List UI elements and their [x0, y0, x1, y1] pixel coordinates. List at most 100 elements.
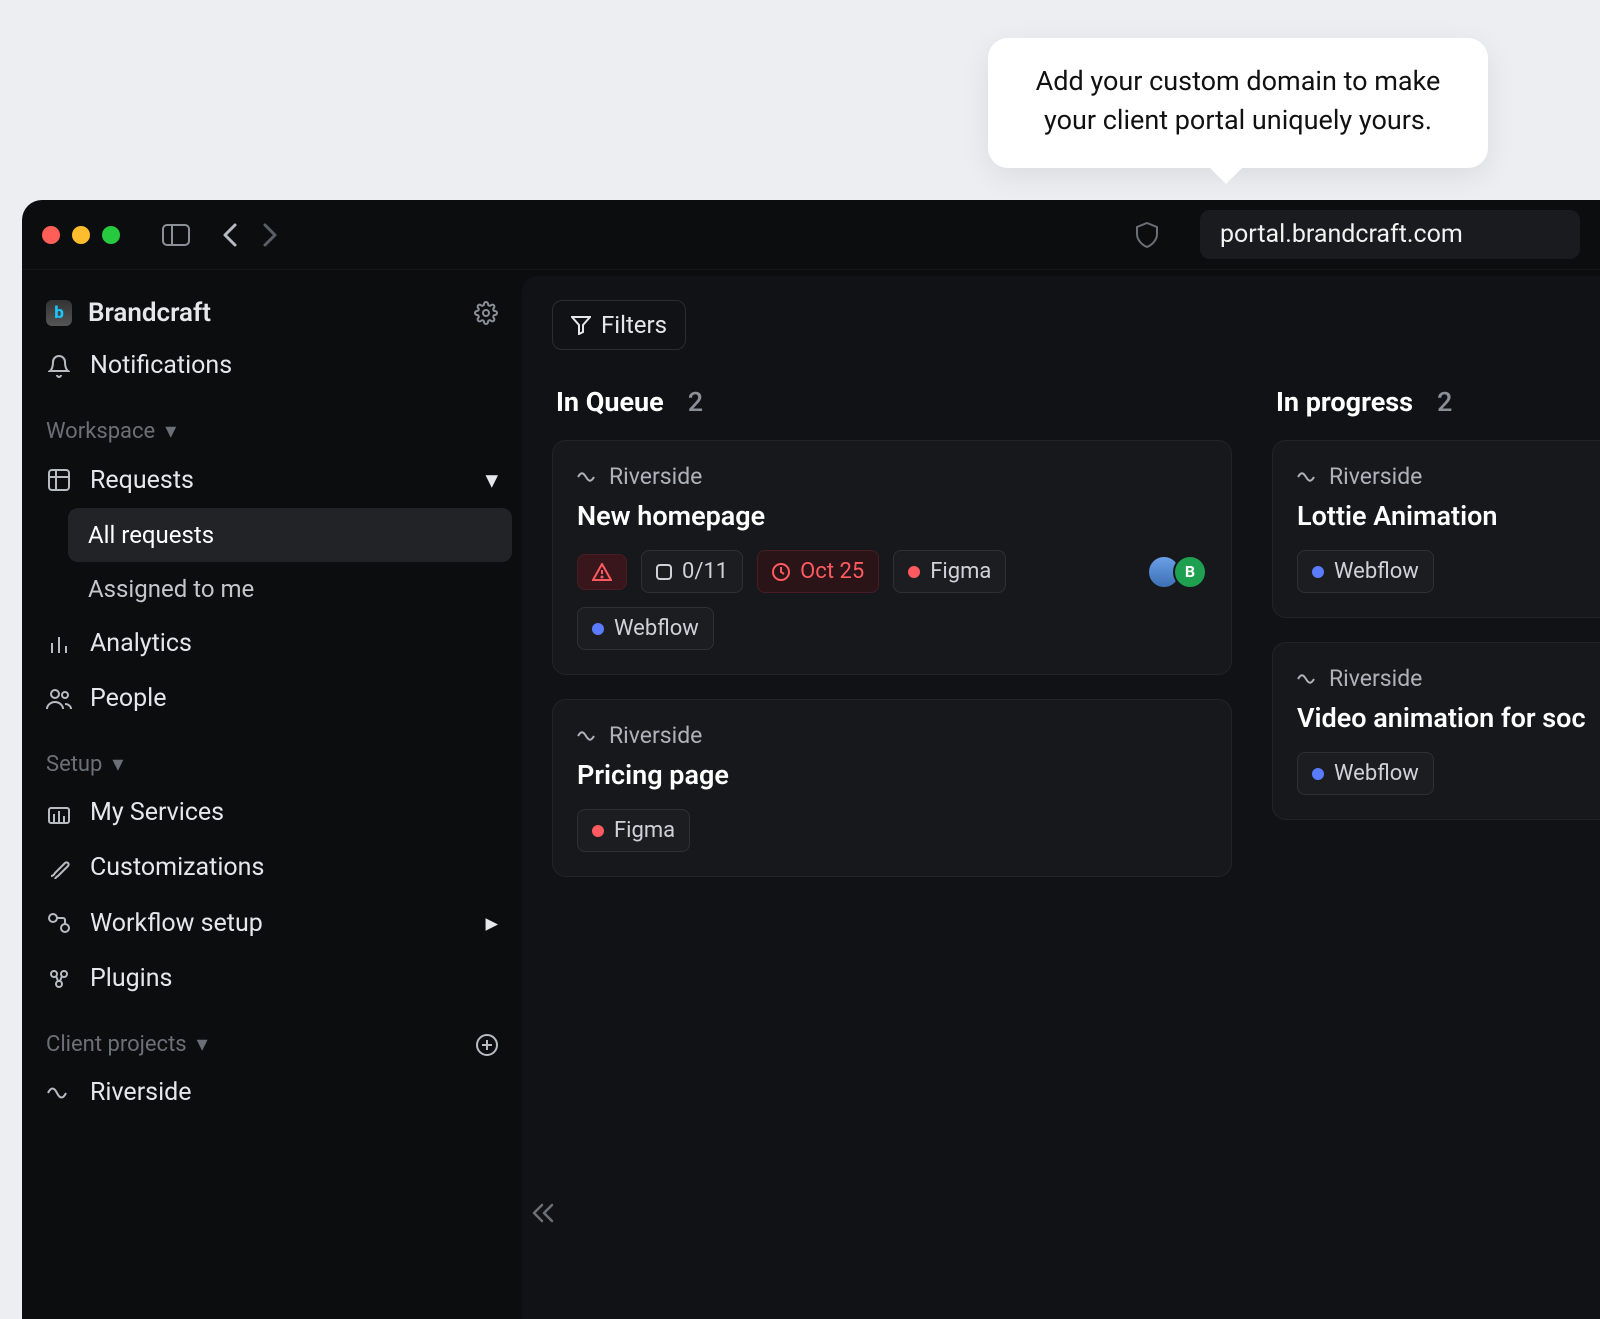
card-project: Riverside: [1297, 665, 1600, 692]
plugins-icon: [46, 968, 72, 990]
titlebar: portal.brandcraft.com: [22, 200, 1600, 270]
section-label-text: Client projects: [46, 1032, 187, 1057]
settings-button[interactable]: [474, 301, 498, 325]
label-color-dot: [592, 623, 604, 635]
request-card[interactable]: Riverside Video animation for soc Webflo…: [1272, 642, 1600, 820]
brand-name: Brandcraft: [88, 298, 211, 328]
grid-icon: [46, 469, 72, 491]
card-project-name: Riverside: [609, 722, 702, 749]
tooltip-text: Add your custom domain to make your clie…: [1036, 65, 1441, 136]
column-count: 2: [1437, 386, 1452, 418]
wave-icon: [46, 1086, 72, 1100]
wave-icon: [1297, 471, 1317, 483]
sidebar-subitem-assigned-to-me[interactable]: Assigned to me: [68, 562, 512, 616]
sidebar-item-label: Plugins: [90, 964, 172, 993]
custom-domain-tooltip: Add your custom domain to make your clie…: [988, 38, 1488, 168]
label-tag: Figma: [893, 550, 1006, 593]
due-date-badge: Oct 25: [757, 550, 879, 593]
brush-icon: [46, 857, 72, 879]
column-title: In Queue: [556, 386, 664, 418]
app-window: portal.brandcraft.com b Brandcraft Notif…: [22, 200, 1600, 1319]
brand-logo-icon: b: [46, 300, 72, 326]
sidebar-project-riverside[interactable]: Riverside: [32, 1065, 512, 1120]
collapse-sidebar-button[interactable]: [532, 1203, 554, 1223]
sidebar-subitem-all-requests[interactable]: All requests: [68, 508, 512, 562]
column-header: In progress 2: [1272, 386, 1600, 418]
caret-down-icon: ▾: [485, 465, 498, 495]
card-title: Lottie Animation: [1297, 500, 1600, 532]
sidebar-item-notifications[interactable]: Notifications: [32, 338, 512, 393]
card-project: Riverside: [1297, 463, 1600, 490]
card-title: Video animation for soc: [1297, 702, 1600, 734]
checkbox-icon: [656, 564, 672, 580]
request-card[interactable]: Riverside Pricing page Figma: [552, 699, 1232, 877]
services-icon: [46, 802, 72, 824]
column-in-queue: In Queue 2 Riverside New homepage: [552, 386, 1232, 901]
label-tag: Webflow: [1297, 550, 1434, 593]
label-color-dot: [592, 825, 604, 837]
window-minimize-button[interactable]: [72, 226, 90, 244]
sidebar-item-my-services[interactable]: My Services: [32, 785, 512, 840]
section-workspace[interactable]: Workspace ▾: [32, 393, 512, 452]
label-color-dot: [1312, 566, 1324, 578]
window-maximize-button[interactable]: [102, 226, 120, 244]
sidebar-item-label: My Services: [90, 798, 224, 827]
label-text: Webflow: [1334, 559, 1419, 584]
sidebar-item-customizations[interactable]: Customizations: [32, 840, 512, 895]
bell-icon: [46, 354, 72, 378]
nav-back-button[interactable]: [222, 222, 238, 248]
sidebar-item-plugins[interactable]: Plugins: [32, 951, 512, 1006]
label-tag: Figma: [577, 809, 690, 852]
sidebar-toggle-icon[interactable]: [162, 224, 190, 246]
request-card[interactable]: Riverside Lottie Animation Webflow: [1272, 440, 1600, 618]
card-title: Pricing page: [577, 759, 1207, 791]
window-close-button[interactable]: [42, 226, 60, 244]
main-panel: Filters In Queue 2 Rive: [522, 276, 1600, 1319]
avatar[interactable]: B: [1173, 555, 1207, 589]
progress-text: 0/11: [682, 559, 728, 584]
label-tag: Webflow: [577, 607, 714, 650]
brand-row[interactable]: b Brandcraft: [32, 288, 512, 338]
sidebar-item-people[interactable]: People: [32, 671, 512, 726]
caret-down-icon: ▾: [112, 752, 123, 777]
traffic-lights: [42, 226, 120, 244]
label-tag: Webflow: [1297, 752, 1434, 795]
section-setup[interactable]: Setup ▾: [32, 726, 512, 785]
section-client-projects[interactable]: Client projects ▾: [32, 1006, 512, 1065]
card-project-name: Riverside: [1329, 665, 1422, 692]
card-project-name: Riverside: [609, 463, 702, 490]
column-in-progress: In progress 2 Riverside Lottie Animation: [1272, 386, 1600, 901]
nav-forward-button[interactable]: [262, 222, 278, 248]
sidebar-item-label: Requests: [90, 466, 194, 495]
column-count: 2: [688, 386, 703, 418]
sidebar-item-label: Analytics: [90, 629, 192, 658]
card-project: Riverside: [577, 463, 1207, 490]
wave-icon: [1297, 673, 1317, 685]
bar-chart-icon: [46, 633, 72, 655]
sidebar-item-analytics[interactable]: Analytics: [32, 616, 512, 671]
filters-label: Filters: [601, 311, 667, 339]
people-icon: [46, 688, 72, 710]
sidebar-item-label: Notifications: [90, 351, 232, 380]
filters-button[interactable]: Filters: [552, 300, 686, 350]
label-text: Figma: [930, 559, 991, 584]
wave-icon: [577, 730, 597, 742]
sidebar-item-requests[interactable]: Requests ▾: [32, 452, 512, 508]
content-area: b Brandcraft Notifications Workspace ▾: [22, 270, 1600, 1319]
label-text: Webflow: [614, 616, 699, 641]
request-card[interactable]: Riverside New homepage 0/11: [552, 440, 1232, 675]
workflow-icon: [46, 912, 72, 934]
card-tags: 0/11 Oct 25 Figma: [577, 550, 1207, 593]
sidebar-item-workflow-setup[interactable]: Workflow setup ▸: [32, 895, 512, 951]
sidebar: b Brandcraft Notifications Workspace ▾: [22, 270, 522, 1319]
label-text: Figma: [614, 818, 675, 843]
sidebar-item-label: Riverside: [90, 1078, 192, 1107]
sidebar-item-label: People: [90, 684, 167, 713]
sidebar-item-label: Assigned to me: [88, 575, 254, 603]
card-project-name: Riverside: [1329, 463, 1422, 490]
label-color-dot: [908, 566, 920, 578]
address-bar[interactable]: portal.brandcraft.com: [1200, 210, 1580, 259]
add-project-button[interactable]: [476, 1034, 498, 1056]
sidebar-item-label: All requests: [88, 521, 214, 549]
kanban-columns: In Queue 2 Riverside New homepage: [552, 386, 1600, 901]
